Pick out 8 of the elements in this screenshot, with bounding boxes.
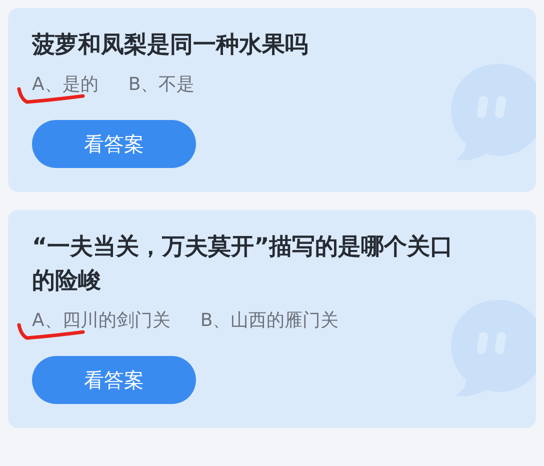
answer-option: B、山西的雁门关 (200, 308, 339, 334)
question-text: 菠萝和凤梨是同一种水果吗 (32, 31, 309, 60)
answer-option: B、不是 (128, 72, 195, 98)
answer-option: A、四川的剑门关 (32, 308, 170, 334)
show-answer-button[interactable]: 看答案 (32, 120, 196, 168)
answer-option: A、是的 (32, 72, 98, 98)
show-answer-button[interactable]: 看答案 (32, 356, 196, 404)
question-text: “一夫当关，万夫莫开”描写的是哪个关口的险峻 (32, 233, 454, 296)
